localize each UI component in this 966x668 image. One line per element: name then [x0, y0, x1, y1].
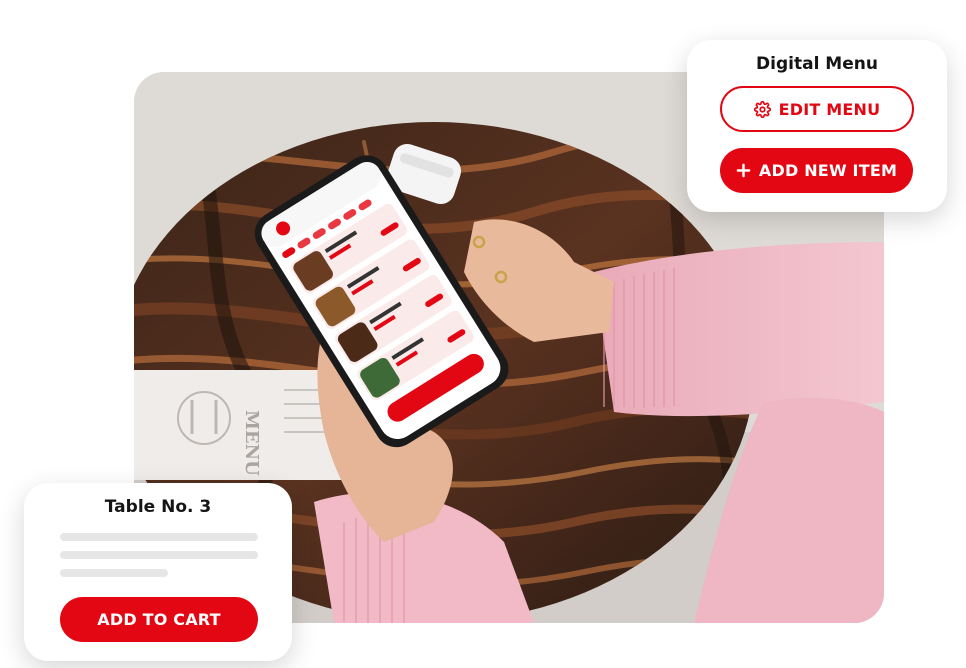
add-to-cart-label: ADD TO CART	[97, 610, 221, 629]
placeholder-line	[60, 533, 258, 541]
table-card: Table No. 3 ADD TO CART	[24, 483, 292, 661]
digital-menu-card: Digital Menu EDIT MENU ADD NEW ITEM	[687, 40, 947, 212]
add-new-item-button[interactable]: ADD NEW ITEM	[720, 148, 913, 193]
digital-menu-title: Digital Menu	[756, 54, 878, 74]
edit-menu-button[interactable]: EDIT MENU	[720, 86, 914, 132]
add-new-item-label: ADD NEW ITEM	[758, 161, 898, 180]
gear-icon	[753, 100, 771, 118]
edit-menu-label: EDIT MENU	[778, 99, 881, 119]
placeholder-line	[60, 569, 168, 577]
placeholder-line	[60, 551, 258, 559]
table-number-title: Table No. 3	[104, 497, 212, 517]
page: MENU Digital Menu EDIT MENU ADD NEW ITEM…	[0, 0, 966, 668]
add-to-cart-button[interactable]: ADD TO CART	[60, 597, 258, 642]
paper-menu-text: MENU	[241, 410, 262, 476]
plus-icon	[736, 163, 751, 178]
